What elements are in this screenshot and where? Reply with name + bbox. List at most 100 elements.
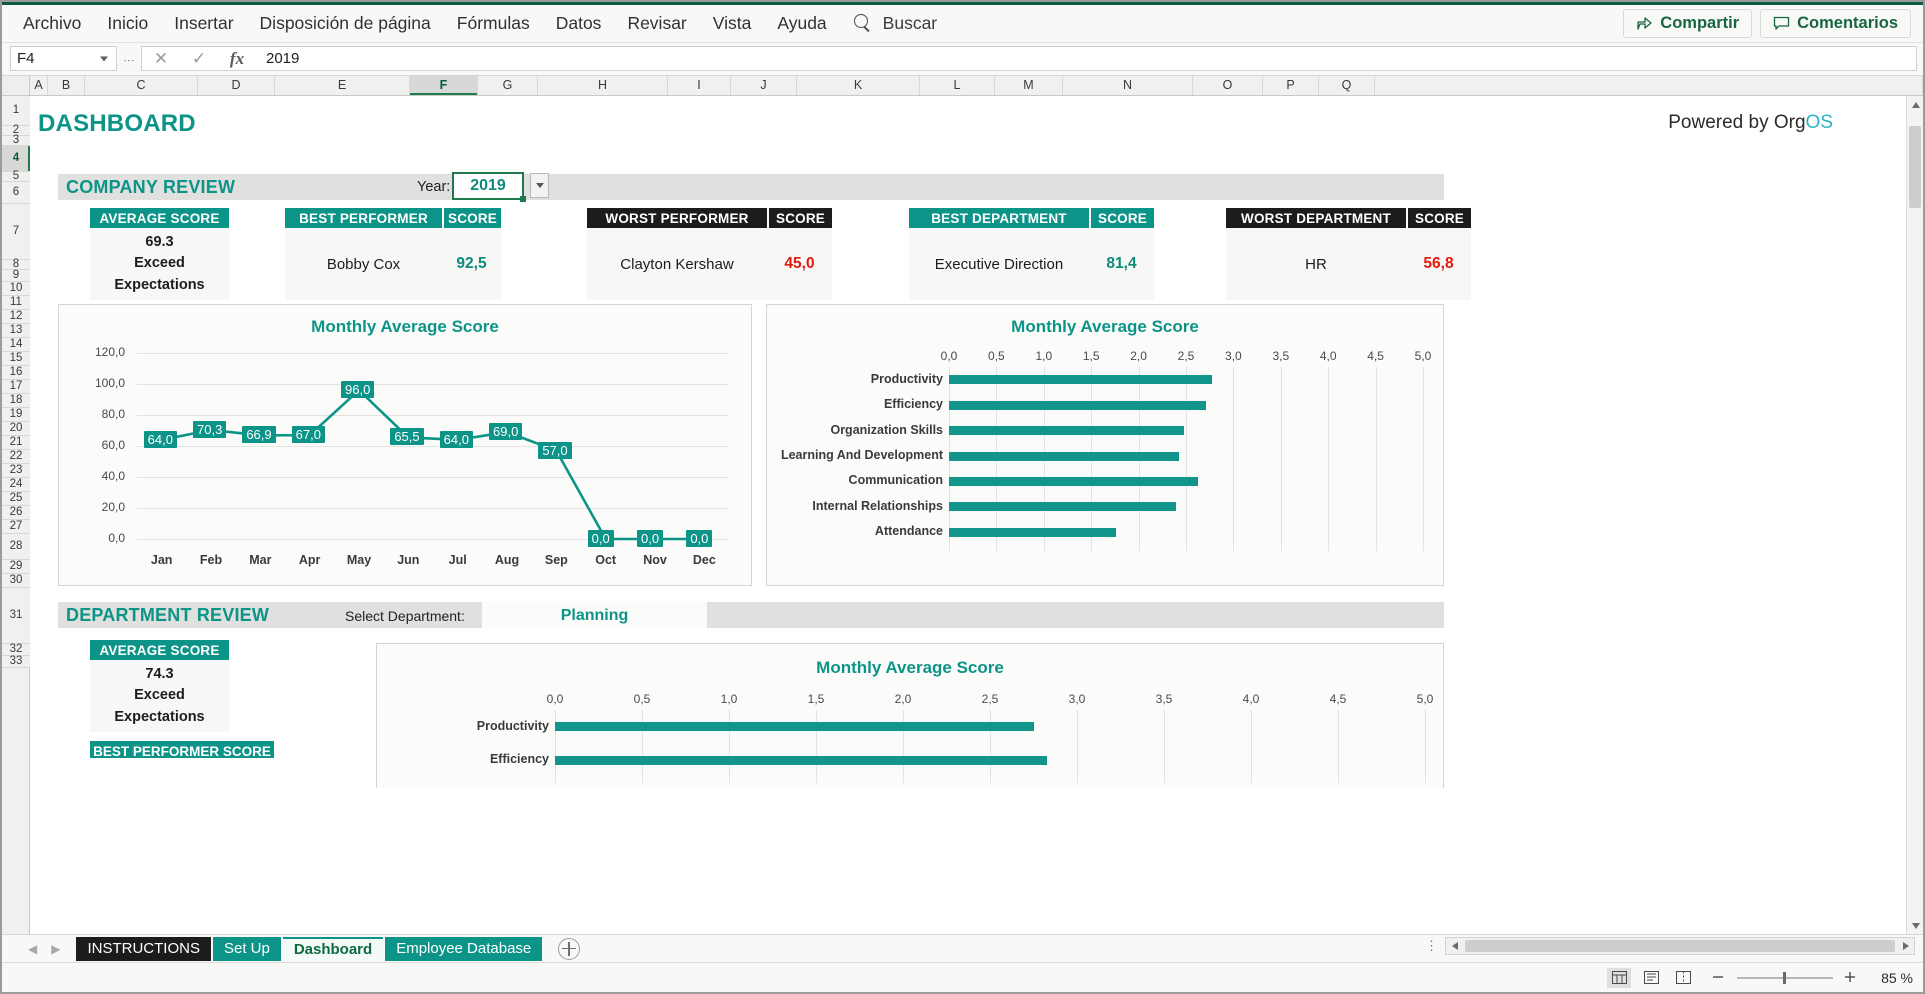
zoom-control[interactable]: 85 %: [1711, 970, 1913, 986]
column-header-n[interactable]: N: [1063, 76, 1193, 95]
page-layout-view-button[interactable]: [1639, 968, 1663, 988]
zoom-in-button[interactable]: [1843, 970, 1859, 986]
search-input[interactable]: Buscar: [853, 13, 937, 34]
row-header-24[interactable]: 24: [2, 478, 30, 492]
menu-insertar[interactable]: Insertar: [161, 8, 246, 39]
zoom-slider-knob[interactable]: [1783, 971, 1786, 984]
menu-inicio[interactable]: Inicio: [94, 8, 161, 39]
zoom-slider[interactable]: [1737, 971, 1833, 984]
column-header-d[interactable]: D: [198, 76, 275, 95]
zoom-out-button[interactable]: [1711, 970, 1727, 986]
status-bar: 85 %: [2, 962, 1923, 992]
row-header-6[interactable]: 6: [2, 182, 30, 204]
column-header-a[interactable]: A: [30, 76, 48, 95]
menu-datos[interactable]: Datos: [543, 8, 615, 39]
row-header-26[interactable]: 26: [2, 506, 30, 520]
row-header-9[interactable]: 9: [2, 269, 30, 282]
row-header-29[interactable]: 29: [2, 560, 30, 574]
scroll-up-button[interactable]: [1907, 96, 1923, 113]
x-gridline: [1164, 710, 1165, 783]
add-sheet-icon[interactable]: [558, 937, 581, 960]
chart-company-line[interactable]: Monthly Average Score 0,0 20,0 40,0 60,0 80,…: [58, 304, 752, 586]
menu-revisar[interactable]: Revisar: [614, 8, 699, 39]
column-header-p[interactable]: P: [1263, 76, 1319, 95]
hscroll-right-button[interactable]: [1897, 938, 1914, 954]
row-header-10[interactable]: 10: [2, 282, 30, 296]
row-header-23[interactable]: 23: [2, 464, 30, 478]
row-header-11[interactable]: 11: [2, 296, 30, 310]
row-header-27[interactable]: 27: [2, 520, 30, 534]
insert-function-icon[interactable]: fx: [218, 49, 256, 69]
column-header-e[interactable]: E: [275, 76, 410, 95]
worksheet-dashboard[interactable]: DASHBOARD Powered by OrgOS COMPANY REVIE…: [30, 96, 1923, 934]
vertical-scroll-thumb[interactable]: [1909, 126, 1921, 208]
hscroll-left-button[interactable]: [1446, 938, 1463, 954]
kpi-header: BEST DEPARTMENT SCORE: [909, 208, 1154, 228]
row-header-19[interactable]: 19: [2, 408, 30, 422]
row-header-12[interactable]: 12: [2, 310, 30, 324]
horizontal-scroll-thumb[interactable]: [1465, 940, 1895, 952]
column-header-c[interactable]: C: [85, 76, 198, 95]
column-header-o[interactable]: O: [1193, 76, 1263, 95]
menu-vista[interactable]: Vista: [700, 8, 765, 39]
row-header-15[interactable]: 15: [2, 352, 30, 366]
sheet-next-icon[interactable]: ▶: [51, 942, 60, 956]
sheet-tab-employee-database[interactable]: Employee Database: [385, 936, 543, 961]
column-header-m[interactable]: M: [995, 76, 1063, 95]
horizontal-scrollbar[interactable]: [1445, 937, 1915, 955]
column-header-h[interactable]: H: [538, 76, 668, 95]
row-header-3[interactable]: 3: [2, 134, 30, 146]
row-header-18[interactable]: 18: [2, 394, 30, 408]
column-header-f[interactable]: F: [410, 76, 478, 95]
sheet-tab-dashboard[interactable]: Dashboard: [282, 936, 384, 961]
menu-disposicion-de-pagina[interactable]: Disposición de página: [247, 8, 444, 39]
menu-ayuda[interactable]: Ayuda: [764, 8, 839, 39]
normal-view-button[interactable]: [1607, 967, 1631, 988]
row-header-13[interactable]: 13: [2, 324, 30, 338]
row-header-1[interactable]: 1: [2, 96, 30, 126]
row-header-25[interactable]: 25: [2, 492, 30, 506]
row-header-21[interactable]: 21: [2, 436, 30, 450]
column-header-k[interactable]: K: [797, 76, 920, 95]
comments-button[interactable]: Comentarios: [1760, 9, 1911, 38]
page-break-view-button[interactable]: [1671, 968, 1695, 988]
tab-split-handle[interactable]: ⋮: [1425, 938, 1439, 954]
chevron-down-icon[interactable]: [100, 56, 108, 61]
scroll-down-button[interactable]: [1907, 917, 1923, 934]
menu-archivo[interactable]: Archivo: [10, 8, 94, 39]
sheet-tab-instructions[interactable]: INSTRUCTIONS: [76, 936, 211, 961]
name-box[interactable]: F4: [10, 46, 117, 71]
year-selector-value[interactable]: 2019: [452, 172, 526, 202]
row-header-22[interactable]: 22: [2, 450, 30, 464]
column-header-b[interactable]: B: [48, 76, 85, 95]
row-header-7[interactable]: 7: [2, 204, 30, 260]
row-header-4[interactable]: 4: [2, 146, 30, 172]
column-header-q[interactable]: Q: [1319, 76, 1375, 95]
row-header-20[interactable]: 20: [2, 422, 30, 436]
chart-company-bars[interactable]: Monthly Average Score 0,0 0,5 1,0 1,5 2,0 2,5…: [766, 304, 1444, 586]
row-header-16[interactable]: 16: [2, 366, 30, 380]
row-header-17[interactable]: 17: [2, 380, 30, 394]
column-header-j[interactable]: J: [731, 76, 797, 95]
row-header-31[interactable]: 31: [2, 588, 30, 644]
vertical-scrollbar[interactable]: [1906, 96, 1923, 934]
chart-department-bars[interactable]: Monthly Average Score 0,0 0,5 1,0 1,5 2,0 2,5…: [376, 643, 1444, 788]
select-all-corner[interactable]: [2, 76, 30, 95]
column-header-l[interactable]: L: [920, 76, 995, 95]
formula-input[interactable]: 2019: [256, 46, 1917, 71]
column-header-g[interactable]: G: [478, 76, 538, 95]
share-button[interactable]: Compartir: [1623, 9, 1753, 38]
row-header-30[interactable]: 30: [2, 574, 30, 588]
year-dropdown-button[interactable]: [530, 173, 549, 198]
sheet-tab-set-up[interactable]: Set Up: [212, 936, 281, 961]
row-header-28[interactable]: 28: [2, 534, 30, 560]
row-header-14[interactable]: 14: [2, 338, 30, 352]
menu-formulas[interactable]: Fórmulas: [444, 8, 543, 39]
circle-outline: [558, 937, 581, 960]
column-header-i[interactable]: I: [668, 76, 731, 95]
cancel-icon[interactable]: ✕: [142, 49, 180, 69]
row-header-5[interactable]: 5: [2, 170, 30, 182]
sheet-prev-icon[interactable]: ◀: [28, 942, 37, 956]
confirm-icon[interactable]: ✓: [180, 49, 218, 69]
row-header-33[interactable]: 33: [2, 655, 30, 668]
